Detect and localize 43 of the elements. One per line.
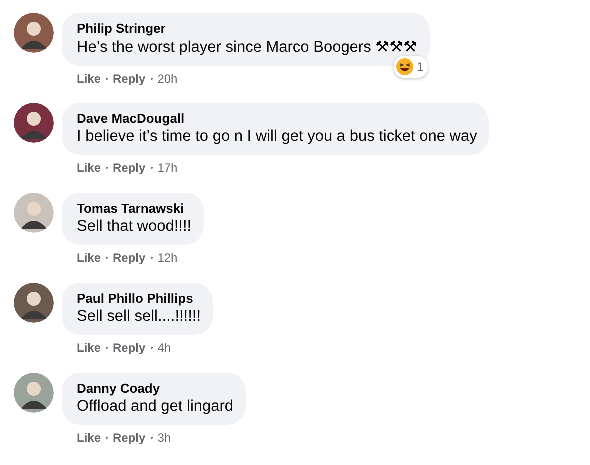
avatar[interactable] — [14, 193, 54, 233]
author-name[interactable]: Tomas Tarnawski — [77, 201, 192, 216]
like-link[interactable]: Like — [77, 341, 102, 355]
avatar[interactable] — [14, 373, 54, 413]
comment-time[interactable]: 3h — [158, 431, 172, 445]
avatar[interactable] — [14, 13, 54, 53]
like-link[interactable]: Like — [77, 72, 102, 86]
reply-link[interactable]: Reply — [113, 72, 146, 86]
comment-text: Sell that wood!!!! — [77, 218, 192, 236]
laughing-emoji-icon — [396, 58, 414, 76]
like-link[interactable]: Like — [77, 431, 102, 445]
comment-text: Sell sell sell....!!!!!! — [77, 308, 202, 326]
comment-time[interactable]: 20h — [158, 72, 178, 86]
reply-link[interactable]: Reply — [113, 251, 146, 265]
reaction-count: 1 — [416, 60, 424, 74]
like-link[interactable]: Like — [77, 251, 102, 265]
author-name[interactable]: Philip Stringer — [77, 21, 418, 36]
avatar[interactable] — [14, 283, 54, 323]
separator-dot — [150, 257, 153, 259]
separator-dot — [106, 167, 108, 169]
comment-text: Offload and get lingard — [77, 398, 234, 416]
separator-dot — [150, 437, 153, 439]
author-name[interactable]: Dave MacDougall — [77, 111, 478, 126]
comment-time[interactable]: 17h — [158, 161, 178, 175]
comment-text: He’s the worst player since Marco Boogers ⚒⚒⚒ — [77, 38, 418, 57]
avatar[interactable] — [14, 103, 54, 143]
comment-time[interactable]: 4h — [158, 341, 172, 355]
separator-dot — [106, 347, 108, 349]
separator-dot — [106, 78, 108, 80]
comment-time[interactable]: 12h — [158, 251, 178, 265]
separator-dot — [106, 437, 108, 439]
comment-text: I believe it’s time to go n I will get you a bus ticket one way — [77, 128, 478, 146]
separator-dot — [150, 78, 153, 80]
reply-link[interactable]: Reply — [113, 431, 146, 445]
separator-dot — [106, 257, 108, 259]
reply-link[interactable]: Reply — [113, 161, 146, 175]
author-name[interactable]: Danny Coady — [77, 381, 234, 396]
author-name[interactable]: Paul Phillo Phillips — [77, 291, 202, 306]
like-link[interactable]: Like — [77, 161, 102, 175]
reply-link[interactable]: Reply — [113, 341, 146, 355]
separator-dot — [150, 167, 153, 169]
reaction-badge[interactable]: 1 — [394, 56, 428, 78]
separator-dot — [150, 347, 153, 349]
